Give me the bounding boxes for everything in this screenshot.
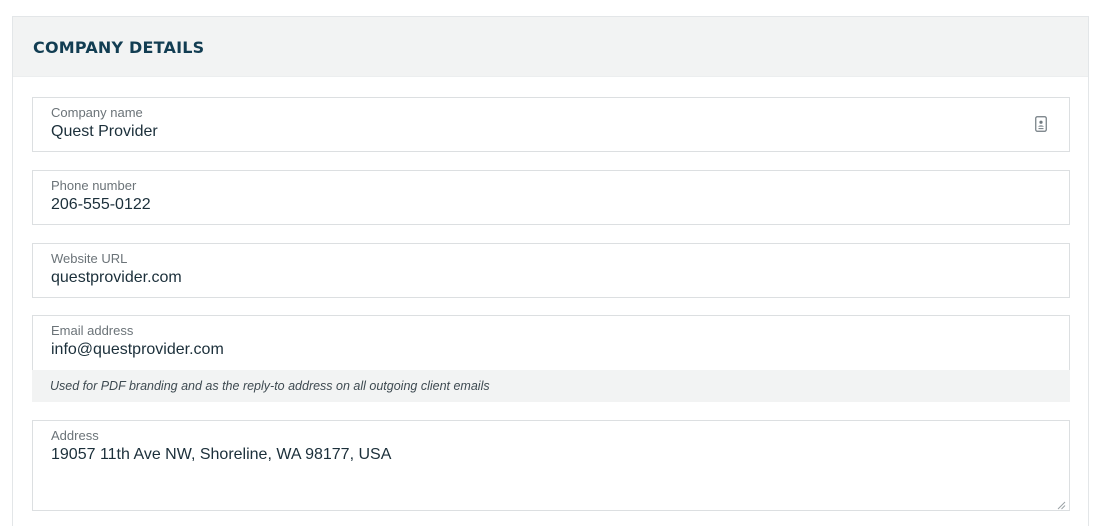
phone-number-input[interactable] <box>51 195 1051 215</box>
company-name-label: Company name <box>51 105 143 120</box>
email-address-field[interactable]: Email address <box>32 315 1070 370</box>
email-address-label: Email address <box>51 323 134 338</box>
address-textarea[interactable]: 19057 11th Ave NW, Shoreline, WA 98177, … <box>51 445 1051 501</box>
company-name-input[interactable] <box>51 122 1051 142</box>
company-details-panel: COMPANY DETAILS Company name Phone numbe… <box>12 16 1089 526</box>
website-url-input[interactable] <box>51 268 1051 288</box>
company-name-field[interactable]: Company name <box>32 97 1070 152</box>
phone-number-label: Phone number <box>51 178 137 193</box>
panel-header: COMPANY DETAILS <box>13 17 1088 77</box>
panel-title: COMPANY DETAILS <box>33 38 205 57</box>
contact-card-icon[interactable] <box>1035 116 1047 132</box>
address-field[interactable]: Address 19057 11th Ave NW, Shoreline, WA… <box>32 420 1070 511</box>
resize-handle-icon[interactable] <box>1056 497 1066 510</box>
website-url-field[interactable]: Website URL <box>32 243 1070 298</box>
address-label: Address <box>51 428 99 443</box>
website-url-label: Website URL <box>51 251 128 266</box>
email-address-input[interactable] <box>51 340 1051 360</box>
email-helper-text: Used for PDF branding and as the reply-t… <box>32 370 1070 402</box>
phone-number-field[interactable]: Phone number <box>32 170 1070 225</box>
